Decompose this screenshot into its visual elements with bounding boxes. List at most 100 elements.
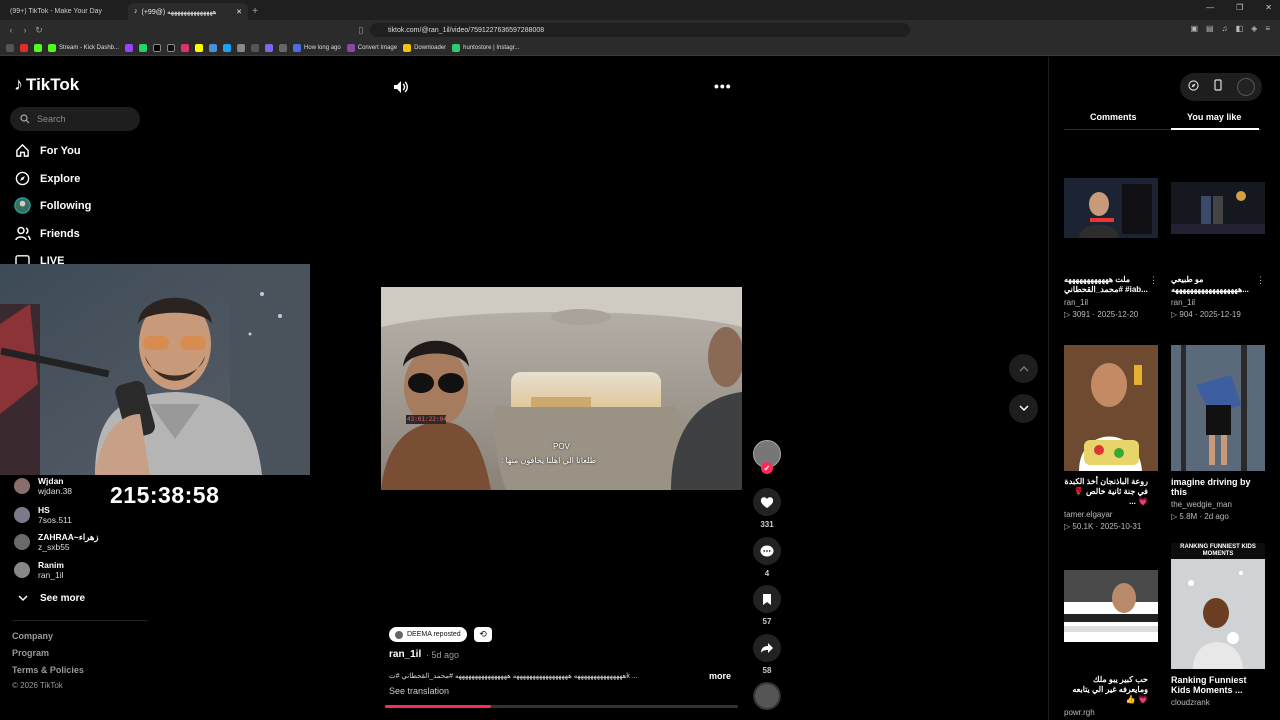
repost-button[interactable]: ⟲ [474,627,492,642]
close-window-icon[interactable]: ✕ [1265,3,1272,12]
more-options-icon[interactable]: ••• [714,78,732,94]
following-account[interactable]: HS 7sos.511 [14,505,72,525]
extension-icon[interactable]: ▤ [1206,24,1214,33]
sound-disc[interactable] [752,682,782,710]
see-translation-link[interactable]: See translation [389,686,449,696]
bookmark-item[interactable]: Downloader [403,43,446,52]
bookmark-item[interactable]: Stream - Kick Dashb... [48,43,119,52]
maximize-icon[interactable]: ❐ [1236,3,1243,12]
recommended-video[interactable]: حب كبير يبو ملك ومايعرفه غير الي يتابعه … [1064,570,1158,717]
back-icon[interactable]: ‹ [4,25,18,35]
recommended-video[interactable]: RANKING FUNNIEST KIDS MOMENTS Ranking Fu… [1171,543,1265,707]
tab-comments[interactable]: Comments [1090,112,1137,122]
recommended-video[interactable]: imagine driving by this the_wedgie_man ▷… [1171,345,1265,521]
play-icon: ▷ [1064,310,1071,319]
music-icon[interactable]: ♫ [1222,24,1228,33]
card-title: مو طبيعي ههههههههههههههههههه... [1171,275,1249,294]
account-name: HS [38,505,50,515]
recommended-video[interactable]: ملت ههههههههههههه #محمد_القحطاني #iab...… [1064,178,1158,319]
following-account[interactable]: ZAHRAA~زهراء z_sxb55 [14,532,99,552]
bookmark-icon[interactable] [223,43,232,52]
post-age: · 5d ago [426,650,460,660]
close-tab-icon[interactable]: ✕ [236,8,242,16]
video-author[interactable]: ran_1il [389,649,421,660]
x-icon[interactable] [153,43,162,52]
extension-icon[interactable]: ▣ [1190,24,1198,33]
card-title: ملت ههههههههههههه #محمد_القحطاني #iab... [1064,275,1148,294]
apps-icon[interactable] [6,43,14,52]
tab-you-may-like[interactable]: You may like [1187,112,1241,122]
tiktok-icon[interactable] [167,43,176,52]
browser-tab-title: (99+) TikTok - Make Your Day [10,8,103,15]
sidebar-icon[interactable]: ◧ [1236,24,1244,33]
minimize-icon[interactable]: — [1206,3,1214,12]
menu-icon[interactable]: ≡ [1265,24,1270,33]
bookmark-icon[interactable] [209,43,218,52]
device-icon[interactable] [1213,78,1222,96]
see-more-button[interactable]: See more [14,590,85,607]
bookmark-page-icon[interactable]: ▯ [354,25,368,36]
nav-explore[interactable]: Explore [14,170,80,187]
browser-tab-active[interactable]: ♪ ههههههههههههههه (@99+) ✕ [128,3,248,20]
forward-icon[interactable]: › [18,25,32,35]
bookmark-icon[interactable] [279,43,288,52]
snapchat-icon[interactable] [195,43,204,52]
bookmark-item[interactable]: How long ago [293,43,341,52]
search-input[interactable]: Search [10,107,140,131]
card-user[interactable]: powr.rgh [1064,708,1158,717]
wallet-icon[interactable]: ◈ [1251,24,1257,33]
card-user[interactable]: ran_1il [1064,298,1158,307]
compass-icon[interactable] [1187,78,1199,96]
footer-company[interactable]: Company [12,631,53,641]
like-button[interactable]: 331 [752,488,782,529]
new-tab-button[interactable]: + [248,3,262,20]
nav-for-you[interactable]: For You [14,142,81,159]
tiktok-logo[interactable]: ♪ TikTok [14,74,79,95]
volume-button[interactable] [393,80,409,99]
following-account[interactable]: Wjdan wjdan.38 [14,476,72,496]
bookmark-icon[interactable] [237,43,246,52]
card-user[interactable]: cloudzrank [1171,698,1265,707]
bookmark-icon[interactable] [251,43,260,52]
share-button[interactable]: 58 [752,634,782,675]
whatsapp-icon[interactable] [139,43,148,52]
nav-label: Explore [40,172,81,185]
more-link[interactable]: more [709,671,731,681]
footer-program[interactable]: Program [12,648,49,658]
profile-avatar[interactable] [1236,78,1255,96]
nav-following[interactable]: Following [14,197,91,214]
twitch-icon[interactable] [125,43,134,52]
bookmark-button[interactable]: 57 [752,585,782,626]
footer-terms[interactable]: Terms & Policies [12,665,84,675]
card-user[interactable]: tamer.elgayar [1064,510,1158,519]
card-menu-icon[interactable]: ⋮ [1256,275,1265,286]
account-handle: z_sxb55 [38,542,70,552]
kick-icon[interactable] [34,43,42,52]
nav-friends[interactable]: Friends [14,225,80,242]
bookmark-item[interactable]: Convert Image [346,43,397,52]
video-progress-bar[interactable] [385,705,738,708]
card-menu-icon[interactable]: ⋮ [1149,275,1158,286]
following-account[interactable]: Ranim ran_1il [14,560,64,580]
recommended-video[interactable]: مو طبيعي ههههههههههههههههههه... ⋮ ran_1i… [1171,182,1265,319]
repost-badge[interactable]: DEEMA reposted [389,627,467,642]
next-video-button[interactable] [1009,394,1038,423]
card-user[interactable]: ran_1il [1171,298,1265,307]
comment-button[interactable]: 4 [752,537,782,578]
address-bar[interactable]: tiktok.com/@ran_1il/video/75912276365972… [370,23,910,37]
creator-avatar[interactable]: ✓ [752,440,782,474]
bookmark-item[interactable]: huntostore | Instagr... [452,43,519,52]
follow-check-icon[interactable]: ✓ [761,462,773,474]
recommended-video[interactable]: روعة الباذنجان أخذ الكبدة في جنة ثانية خ… [1064,345,1158,531]
browser-tab[interactable]: (99+) TikTok - Make Your Day [4,3,124,20]
active-tab-indicator [1171,128,1259,130]
reload-icon[interactable]: ↻ [32,25,46,36]
instagram-icon[interactable] [181,43,190,52]
video-thumbnail [1064,345,1158,471]
previous-video-button[interactable] [1009,354,1038,383]
divider [12,620,148,621]
youtube-icon[interactable] [20,43,28,52]
card-user[interactable]: the_wedgie_man [1171,500,1265,509]
video-player[interactable]: 43:01:22:04 POV طلعانا الي اهلنا يخافون … [381,287,742,490]
bookmark-icon[interactable] [265,43,274,52]
